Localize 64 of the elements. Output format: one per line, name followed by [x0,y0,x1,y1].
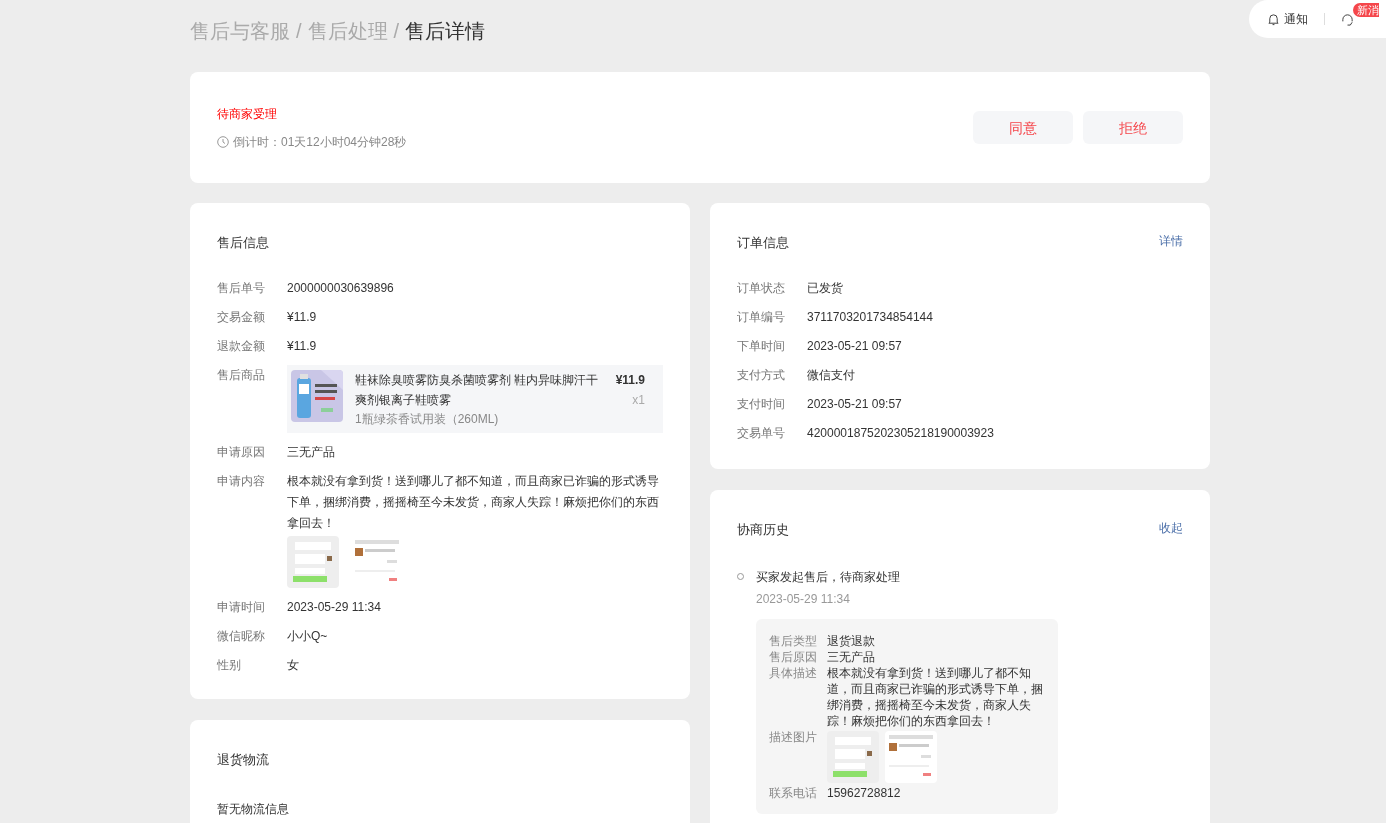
product-card[interactable]: 鞋袜除臭喷雾防臭杀菌喷雾剂 鞋内异味脚汗干爽剂银离子鞋喷雾 1瓶绿茶香试用装（260ML) ¥11.9 x1 [287,364,663,433]
field-value: ¥11.9 [287,308,317,326]
section-title: 协商历史 [737,520,789,539]
field-label: 下单时间 [737,337,786,355]
bell-icon [1267,12,1280,26]
field-label: 微信昵称 [217,627,266,645]
field-value: 小小Q~ [287,627,328,645]
detail-label: 联系电话 [769,785,817,801]
field-value: 2000000030639896 [287,279,394,297]
section-title: 退货物流 [217,750,270,769]
countdown-text: 倒计时：01天12小时04分钟28秒 [233,133,407,150]
headset-icon[interactable] [1341,12,1354,26]
field-value: 女 [287,656,299,674]
field-value: ¥11.9 [287,337,317,355]
field-value: 2023-05-21 09:57 [807,395,902,413]
field-value: 已发货 [807,279,843,297]
breadcrumb-separator: / [393,19,400,44]
breadcrumb-separator: / [296,19,302,44]
field-label: 支付时间 [737,395,786,413]
section-title: 售后信息 [217,234,270,252]
field-value: 2023-05-29 11:34 [287,598,381,616]
details-link[interactable]: 详情 [1159,233,1183,253]
product-spec: 1瓶绿茶香试用装（260ML) [355,410,500,428]
product-name: 鞋袜除臭喷雾防臭杀菌喷雾剂 鞋内异味脚汗干爽剂银离子鞋喷雾 [355,371,600,409]
field-value: 微信支付 [807,366,855,384]
field-label: 性别 [217,656,242,674]
field-label: 支付方式 [737,366,786,384]
event-time: 2023-05-29 11:34 [756,591,851,608]
section-title: 订单信息 [737,234,789,252]
new-message-badge: 新消 [1353,3,1379,17]
detail-label: 售后原因 [769,649,817,665]
detail-label: 具体描述 [769,665,817,682]
field-value: 4200001875202305218190003923 [807,424,994,442]
field-label: 订单编号 [737,308,786,326]
field-label: 售后单号 [217,279,266,297]
field-value: 根本就没有拿到货！送到哪儿了都不知道，而且商家已诈骗的形式诱导下单，捆绑消费，摇摇椅至今未发货，商家人失踪！麻烦把你们的东西拿回去！ [287,472,660,532]
field-value: 2023-05-21 09:57 [807,337,902,355]
detail-value: 根本就没有拿到货！送到哪儿了都不知道，而且商家已诈骗的形式诱导下单，捆绑消费，摇摇椅至今未发货，商家人失踪！麻烦把你们的东西拿回去！ [827,665,1044,729]
field-value: 3711703201734854144 [807,308,933,326]
product-quantity: x1 [632,391,645,409]
status-text: 待商家受理 [217,105,278,122]
product-price: ¥11.9 [615,371,645,389]
agree-button[interactable]: 同意 [973,111,1073,144]
detail-label: 描述图片 [769,729,817,746]
field-label: 申请时间 [217,598,266,616]
reject-button[interactable]: 拒绝 [1083,111,1183,144]
field-label: 交易单号 [737,424,786,442]
field-label: 售后商品 [217,366,266,384]
field-label: 退款金额 [217,337,266,355]
clock-icon [217,135,229,148]
field-label: 交易金额 [217,308,266,326]
detail-label: 售后类型 [769,633,817,649]
detail-value: 三无产品 [827,649,875,665]
breadcrumb-item: 售后详情 [405,19,486,44]
field-label: 申请原因 [217,443,266,461]
event-title: 买家发起售后，待商家处理 [756,569,901,586]
collapse-link[interactable]: 收起 [1159,519,1183,539]
detail-value: 15962728812 [827,785,901,801]
field-value: 三无产品 [287,443,335,461]
field-label: 订单状态 [737,279,786,297]
empty-message: 暂无物流信息 [217,802,289,816]
notification-button[interactable]: 通知 [1267,11,1308,27]
detail-value: 退货退款 [827,633,875,649]
field-label: 申请内容 [217,472,266,490]
